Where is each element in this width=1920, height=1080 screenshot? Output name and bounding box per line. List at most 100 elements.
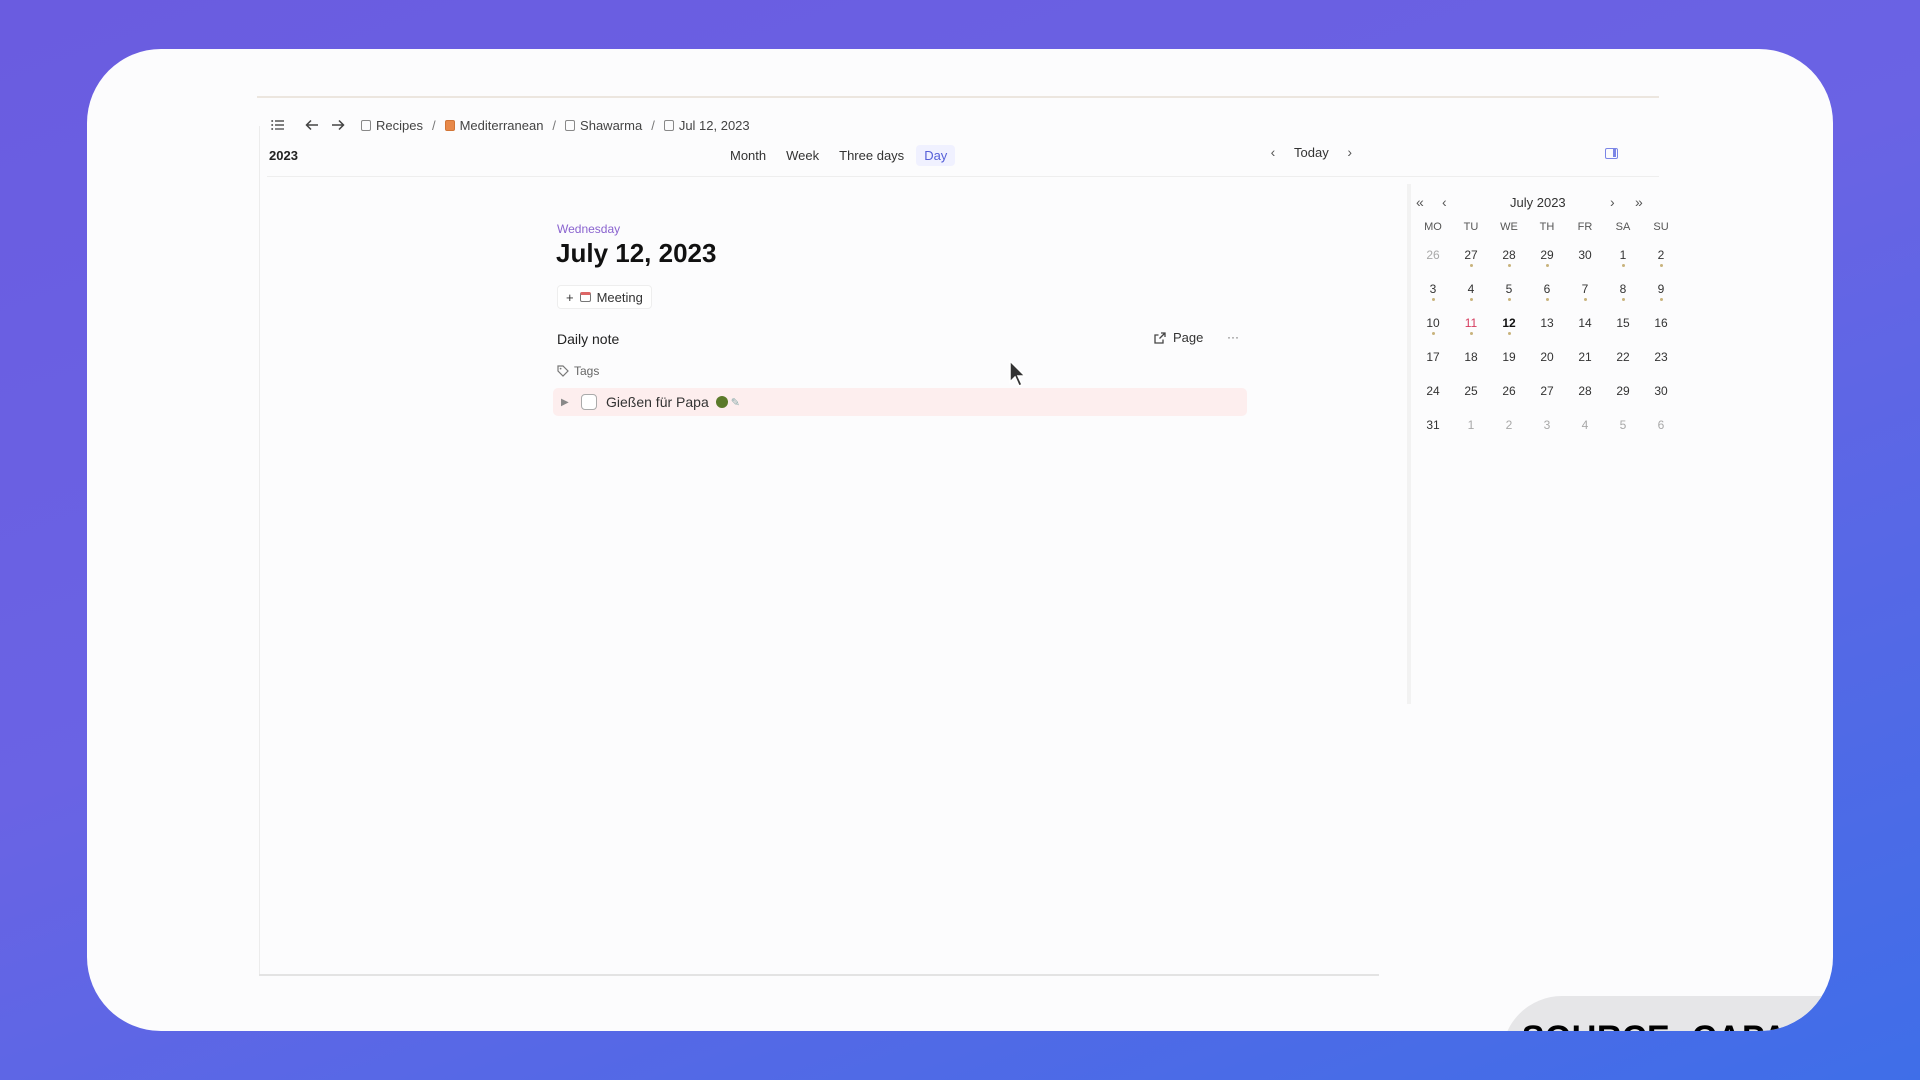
calendar-day[interactable]: 20 — [1528, 341, 1566, 375]
today-button[interactable]: Today — [1294, 145, 1329, 160]
calendar-day[interactable]: 1 — [1452, 409, 1490, 443]
calendar-month-title[interactable]: July 2023 — [1510, 195, 1566, 210]
calendar-day[interactable]: 31 — [1414, 409, 1452, 443]
calendar-day[interactable]: 3 — [1528, 409, 1566, 443]
calendar-day[interactable]: 28 — [1490, 239, 1528, 273]
page-title: July 12, 2023 — [556, 238, 717, 268]
breadcrumb-label: Mediterranean — [459, 117, 544, 133]
weekday-header: SA — [1615, 221, 1631, 233]
calendar-day[interactable]: 5 — [1490, 273, 1528, 307]
page-icon — [361, 119, 371, 131]
breadcrumb-label: Jul 12, 2023 — [678, 117, 750, 133]
calendar-day-selected[interactable]: 12 — [1490, 307, 1528, 341]
calendar-day[interactable]: 6 — [1528, 273, 1566, 307]
todo-item[interactable]: ▶ Gießen für Papa ✎ — [553, 388, 1247, 416]
calendar-day[interactable]: 30 — [1566, 239, 1604, 273]
weekday-header-row: MO TU WE TH FR SA SU — [1414, 221, 1669, 239]
tab-week[interactable]: Week — [778, 145, 827, 166]
watering-emoji-icon: ✎ — [730, 396, 740, 409]
tab-day[interactable]: Day — [916, 145, 956, 166]
tags-field[interactable]: Tags — [557, 364, 599, 378]
calendar-day[interactable]: 27 — [1528, 375, 1566, 409]
plus-icon: + — [566, 289, 574, 305]
breadcrumb-item-mediterranean[interactable]: Mediterranean — [444, 117, 544, 133]
more-options-button[interactable]: ··· — [1223, 328, 1243, 348]
right-panel-toggle-icon[interactable] — [1605, 148, 1618, 159]
mini-calendar: MO TU WE TH FR SA SU 26 27 28 29 30 1 2 … — [1414, 221, 1669, 443]
calendar-day[interactable]: 2 — [1490, 409, 1528, 443]
window-left-border — [259, 126, 260, 976]
calendar-week: 10 11 12 13 14 15 16 — [1414, 307, 1668, 341]
calendar-day[interactable]: 29 — [1604, 375, 1642, 409]
double-chevron-left-icon[interactable]: « — [1416, 194, 1424, 210]
calendar-day[interactable]: 29 — [1528, 239, 1566, 273]
calendar-day[interactable]: 26 — [1414, 239, 1452, 273]
breadcrumb-label: Shawarma — [580, 117, 643, 133]
weekday-header: SU — [1653, 221, 1669, 233]
forward-arrow-icon[interactable] — [327, 114, 349, 136]
breadcrumb-label: Recipes — [376, 117, 423, 133]
breadcrumb-item-date[interactable]: Jul 12, 2023 — [663, 117, 750, 133]
weekday-header: MO — [1424, 221, 1442, 233]
sidebar-toggle-icon[interactable] — [267, 114, 289, 136]
calendar-day[interactable]: 10 — [1414, 307, 1452, 341]
mini-calendar-header: « ‹ July 2023 › » — [1414, 192, 1659, 216]
calendar-day[interactable]: 1 — [1604, 239, 1642, 273]
double-chevron-right-icon[interactable]: » — [1635, 194, 1643, 210]
todo-checkbox[interactable] — [581, 394, 597, 410]
weekday-label: Wednesday — [557, 222, 621, 236]
calendar-week: 24 25 26 27 28 29 30 — [1414, 375, 1667, 409]
weekday-header: FR — [1577, 221, 1593, 233]
breadcrumb-item-shawarma[interactable]: Shawarma — [565, 118, 642, 133]
calendar-day[interactable]: 6 — [1642, 409, 1680, 443]
calendar-day[interactable]: 9 — [1642, 273, 1680, 307]
chevron-left-icon[interactable]: ‹ — [1262, 144, 1284, 160]
calendar-day[interactable]: 2 — [1642, 239, 1680, 273]
calendar-day-today[interactable]: 11 — [1452, 307, 1490, 341]
calendar-icon — [579, 292, 591, 302]
calendar-day[interactable]: 13 — [1528, 307, 1566, 341]
calendar-day[interactable]: 26 — [1490, 375, 1528, 409]
mouse-cursor-icon — [1009, 360, 1027, 388]
calendar-day[interactable]: 16 — [1642, 307, 1680, 341]
weekday-header: TH — [1539, 221, 1555, 233]
calendar-day[interactable]: 28 — [1566, 375, 1604, 409]
tab-three-days[interactable]: Three days — [831, 145, 912, 166]
open-page-button[interactable]: Page — [1154, 330, 1203, 345]
page-label: Page — [1173, 330, 1204, 345]
calendar-day[interactable]: 15 — [1604, 307, 1642, 341]
calendar-day[interactable]: 17 — [1414, 341, 1452, 375]
calendar-day[interactable]: 8 — [1604, 273, 1642, 307]
calendar-day[interactable]: 22 — [1604, 341, 1642, 375]
calendar-day[interactable]: 30 — [1642, 375, 1680, 409]
window-top-border — [257, 96, 1659, 98]
calendar-day[interactable]: 19 — [1490, 341, 1528, 375]
calendar-day[interactable]: 7 — [1566, 273, 1604, 307]
calendar-day[interactable]: 23 — [1642, 341, 1680, 375]
add-meeting-button[interactable]: + Meeting — [557, 285, 652, 309]
expand-caret-icon[interactable]: ▶ — [561, 397, 575, 408]
collection-icon — [444, 119, 455, 131]
chevron-right-icon[interactable]: › — [1610, 194, 1615, 210]
breadcrumb-separator: / — [552, 117, 557, 133]
tag-icon — [557, 365, 569, 377]
calendar-day[interactable]: 25 — [1452, 375, 1490, 409]
year-label[interactable]: 2023 — [269, 148, 298, 163]
calendar-day[interactable]: 24 — [1414, 375, 1452, 409]
calendar-day[interactable]: 5 — [1604, 409, 1642, 443]
calendar-day[interactable]: 4 — [1566, 409, 1604, 443]
calendar-day[interactable]: 21 — [1566, 341, 1604, 375]
calendar-day[interactable]: 18 — [1452, 341, 1490, 375]
chevron-left-icon[interactable]: ‹ — [1442, 194, 1447, 210]
back-arrow-icon[interactable] — [301, 114, 323, 136]
panel-divider — [1407, 184, 1411, 704]
calendar-icon — [663, 119, 674, 131]
tab-month[interactable]: Month — [722, 145, 774, 166]
calendar-day[interactable]: 27 — [1452, 239, 1490, 273]
calendar-day[interactable]: 3 — [1414, 273, 1452, 307]
calendar-day[interactable]: 4 — [1452, 273, 1490, 307]
breadcrumb-item-recipes[interactable]: Recipes — [361, 118, 423, 133]
calendar-day[interactable]: 14 — [1566, 307, 1604, 341]
todo-text[interactable]: Gießen für Papa — [606, 394, 709, 410]
chevron-right-icon[interactable]: › — [1339, 144, 1361, 160]
